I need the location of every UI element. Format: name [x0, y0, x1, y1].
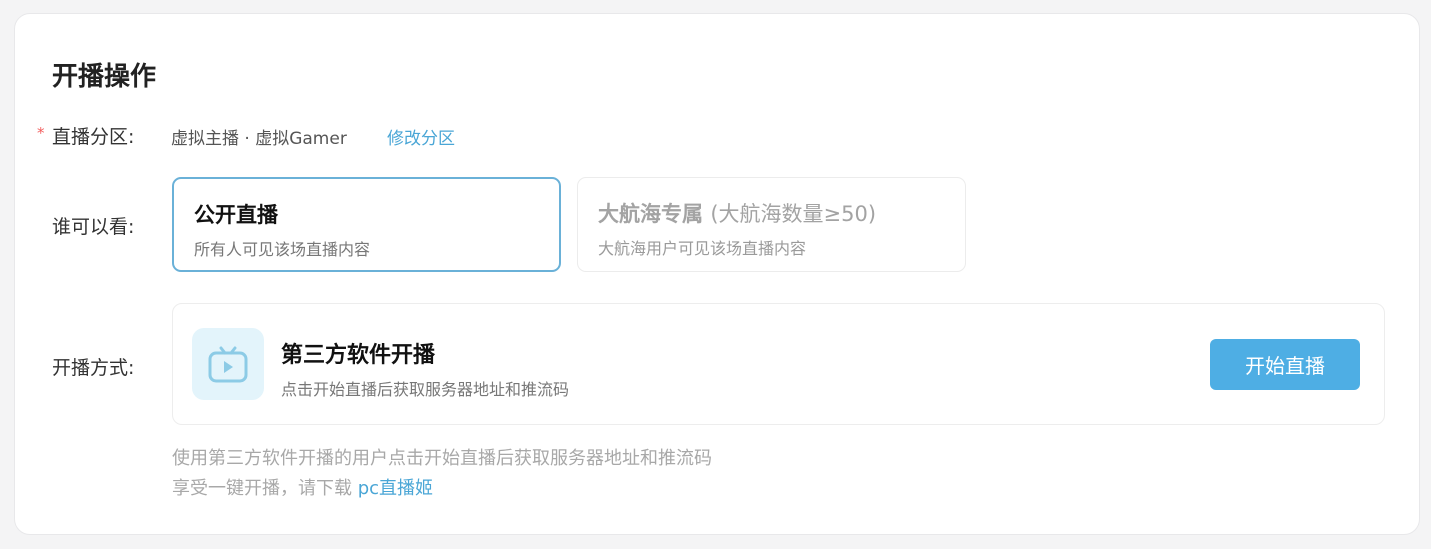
- option-guard-note: (大航海数量≥50): [710, 202, 877, 226]
- zone-label-wrap: * 直播分区:: [37, 122, 135, 149]
- option-guard-title: 大航海专属: [598, 202, 703, 226]
- option-guard-exclusive[interactable]: 大航海专属 (大航海数量≥50) 大航海用户可见该场直播内容: [577, 177, 966, 272]
- hint-line-2-prefix: 享受一键开播，请下载: [172, 478, 352, 499]
- zone-label: 直播分区:: [52, 126, 135, 148]
- edit-zone-link[interactable]: 修改分区: [387, 124, 455, 149]
- start-live-button[interactable]: 开始直播: [1210, 339, 1360, 390]
- hint-line-1: 使用第三方软件开播的用户点击开始直播后获取服务器地址和推流码: [172, 448, 712, 469]
- hint-line-2: 享受一键开播，请下载 pc直播姬: [172, 474, 433, 500]
- third-party-method-card: 第三方软件开播 点击开始直播后获取服务器地址和推流码 开始直播: [172, 303, 1385, 425]
- option-public-desc: 所有人可见该场直播内容: [194, 240, 371, 259]
- page-title: 开播操作: [52, 62, 157, 92]
- method-title: 第三方软件开播: [281, 343, 436, 368]
- visibility-label: 谁可以看:: [52, 216, 135, 238]
- option-public-title: 公开直播: [194, 203, 278, 227]
- tv-icon: [192, 328, 264, 400]
- required-mark: *: [37, 124, 45, 142]
- option-guard-title-wrap: 大航海专属 (大航海数量≥50): [598, 198, 876, 228]
- method-label: 开播方式:: [52, 357, 135, 379]
- option-public-live[interactable]: 公开直播 所有人可见该场直播内容: [172, 177, 561, 272]
- option-guard-desc: 大航海用户可见该场直播内容: [598, 239, 807, 258]
- method-desc: 点击开始直播后获取服务器地址和推流码: [281, 380, 570, 399]
- download-pc-link[interactable]: pc直播姬: [358, 478, 433, 499]
- live-operation-card: 开播操作 * 直播分区: 虚拟主播 · 虚拟Gamer 修改分区 谁可以看: 公…: [14, 13, 1420, 535]
- zone-value: 虚拟主播 · 虚拟Gamer: [171, 129, 347, 149]
